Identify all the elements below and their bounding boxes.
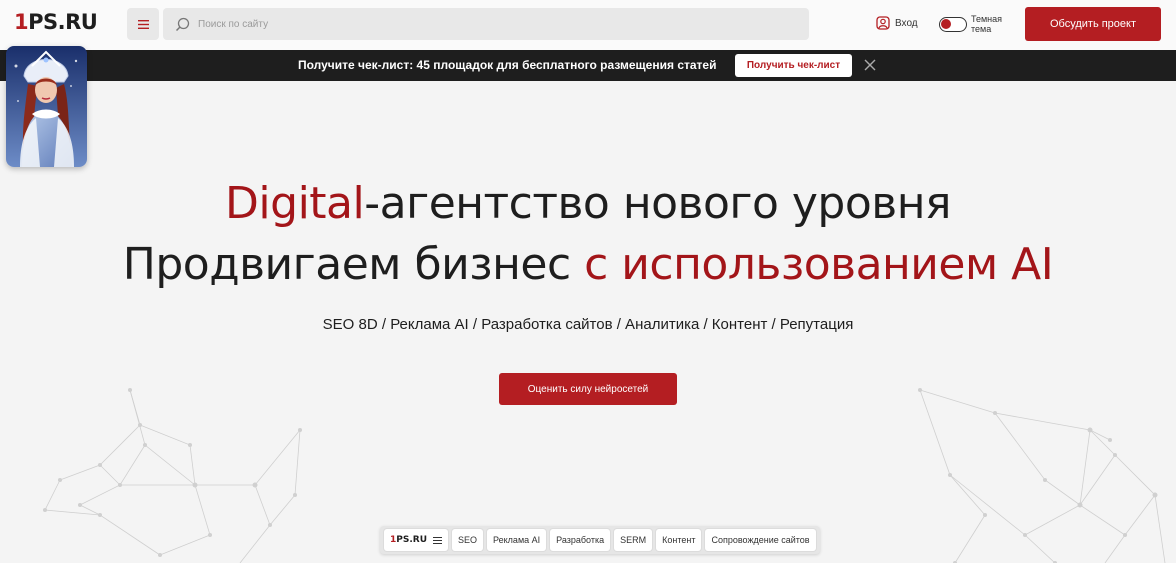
hamburger-icon — [433, 536, 443, 544]
hero-title-line1: Digital-агентство нового уровня — [225, 178, 951, 229]
bottom-nav-item-development[interactable]: Разработка — [550, 529, 611, 551]
menu-button[interactable] — [127, 8, 159, 40]
bottom-nav-bar: 1PS.RU SEO Реклама AI Разработка SERM Ко… — [380, 526, 820, 554]
network-decoration-left — [43, 388, 302, 563]
discuss-project-button[interactable]: Обсудить проект — [1025, 7, 1161, 41]
hero-title-line2: Продвигаем бизнес с использованием AI — [122, 239, 1054, 290]
bottom-nav-item-serm[interactable]: SERM — [614, 529, 653, 551]
hamburger-icon — [137, 19, 149, 29]
promo-banner: Получите чек-лист: 45 площадок для беспл… — [0, 50, 1176, 81]
theme-toggle[interactable] — [939, 16, 967, 32]
theme-label: Темная тема — [971, 14, 1003, 34]
user-icon — [876, 16, 890, 30]
services-list: SEO 8D / Реклама AI / Разработка сайтов … — [322, 316, 854, 333]
site-header: 1PS.RU Вход Темная тема Обсудить проект — [0, 0, 1176, 50]
character-portrait[interactable] — [6, 46, 87, 167]
evaluate-ai-button[interactable]: Оценить силу нейросетей — [499, 373, 677, 405]
bottom-nav-logo: 1PS.RU — [390, 535, 428, 545]
bottom-nav-item-content[interactable]: Контент — [656, 529, 702, 551]
network-decoration-right — [918, 388, 1166, 563]
theme-switch[interactable]: Темная тема — [939, 14, 1011, 34]
login-label: Вход — [895, 17, 918, 29]
site-logo[interactable]: 1PS.RU — [14, 10, 98, 34]
bottom-nav-item-seo[interactable]: SEO — [452, 529, 484, 551]
search-icon — [175, 17, 190, 31]
get-checklist-button[interactable]: Получить чек-лист — [735, 54, 852, 77]
bottom-nav-logo-button[interactable]: 1PS.RU — [384, 529, 449, 551]
snow-maiden-image — [6, 46, 87, 167]
banner-text: Получите чек-лист: 45 площадок для беспл… — [298, 58, 717, 72]
close-icon[interactable] — [864, 59, 876, 71]
search-input[interactable] — [196, 17, 760, 31]
toggle-knob — [941, 18, 951, 29]
login-link[interactable]: Вход — [876, 16, 918, 30]
bottom-nav-item-site-support[interactable]: Сопровождение сайтов — [705, 529, 816, 551]
search-bar[interactable] — [163, 8, 809, 40]
bottom-nav-item-ads-ai[interactable]: Реклама AI — [487, 529, 547, 551]
